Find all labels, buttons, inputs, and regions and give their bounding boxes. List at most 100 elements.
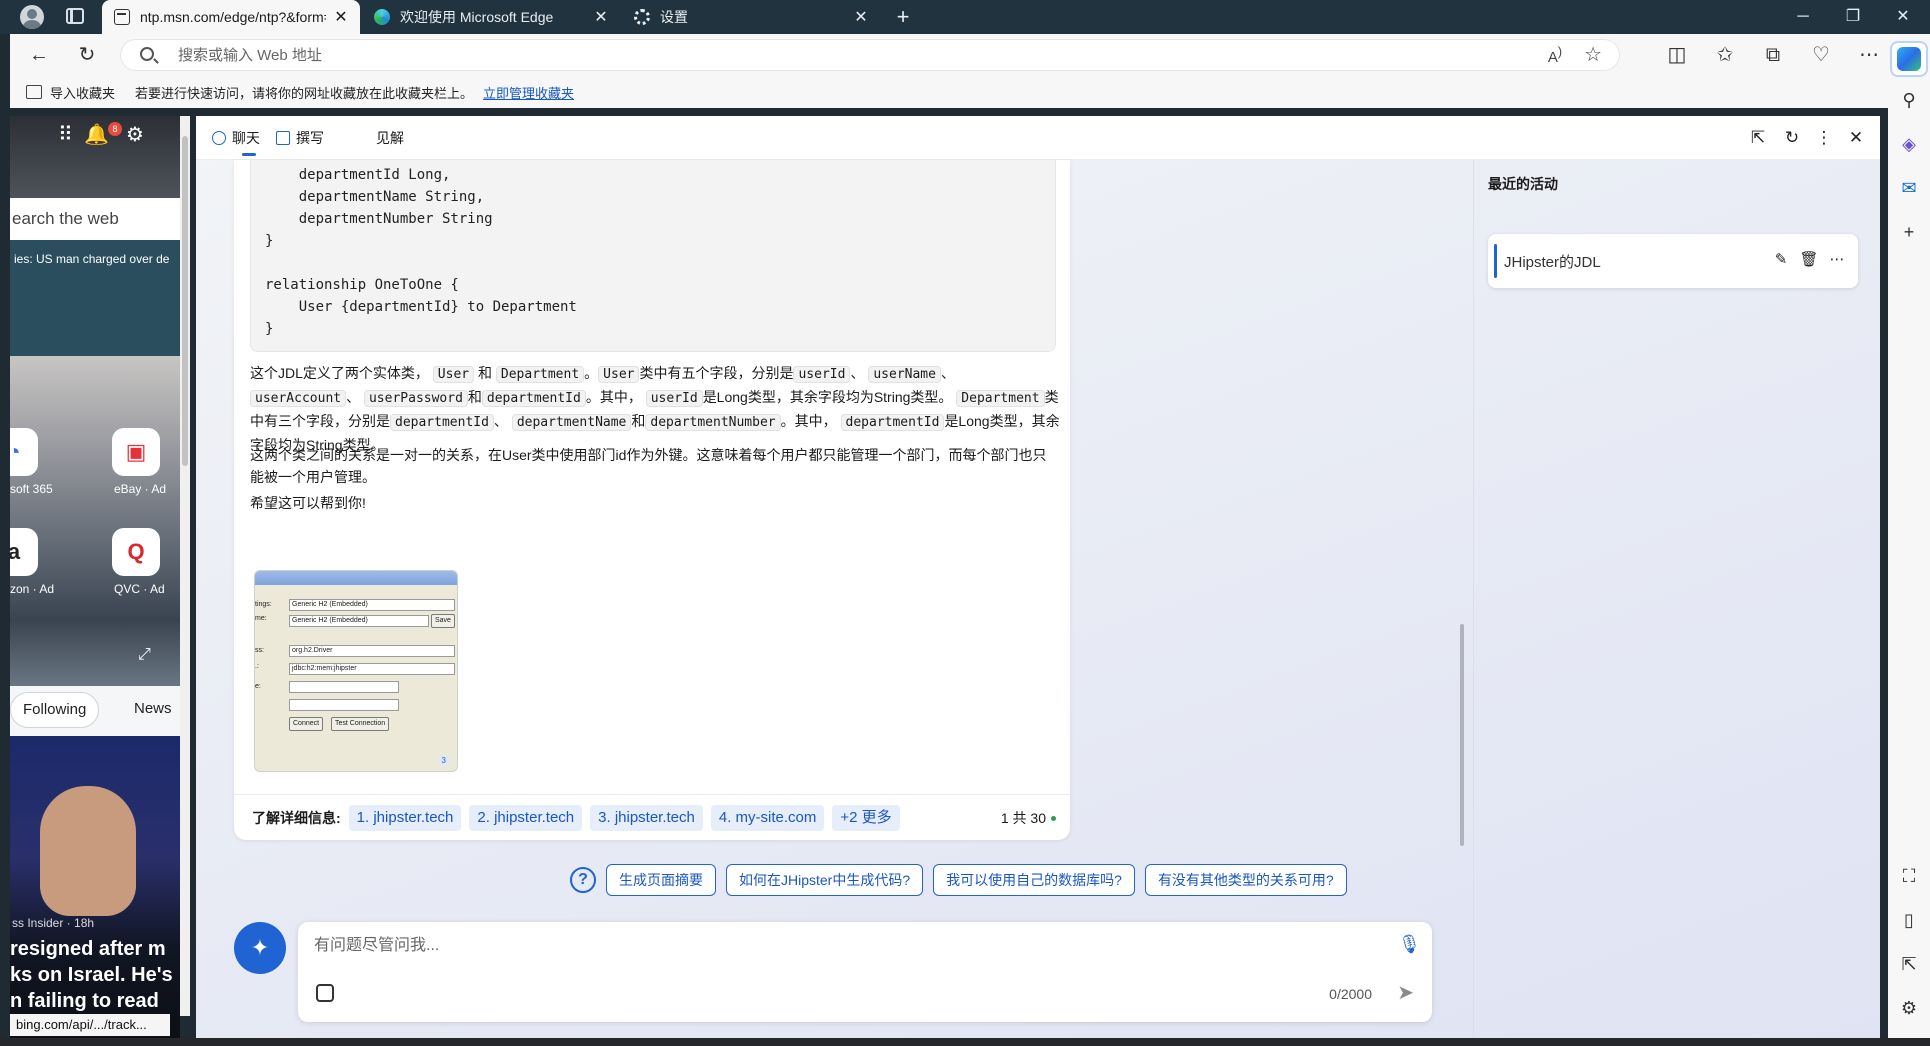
import-icon bbox=[26, 85, 42, 99]
tab-chat[interactable]: 聊天 bbox=[212, 126, 260, 156]
collections-icon[interactable]: ⧉ bbox=[1758, 41, 1788, 69]
image-input-icon[interactable] bbox=[316, 984, 334, 1002]
chat-composer: 🎙 0/2000 ➤ bbox=[298, 922, 1432, 1022]
favorites-icon[interactable]: ✩ bbox=[1710, 41, 1740, 69]
suggestion-chip[interactable]: 有没有其他类型的关系可用? bbox=[1144, 864, 1347, 896]
favorite-star-icon[interactable]: ☆ bbox=[1584, 42, 1602, 67]
copilot-header: 聊天 撰写 见解 ⇱ ↻ ⋮ ✕ bbox=[196, 116, 1880, 160]
citation-link[interactable]: 4. my-site.com bbox=[710, 804, 825, 831]
read-aloud-icon[interactable]: A) bbox=[1548, 45, 1562, 66]
more-options-icon[interactable]: ⋮ bbox=[1812, 126, 1836, 150]
chat-scrollbar-thumb[interactable] bbox=[1460, 624, 1464, 846]
window-titlebar bbox=[255, 571, 457, 585]
tab-chat-label: 聊天 bbox=[232, 130, 260, 146]
news-card[interactable]: ss Insider · 18h resigned after m ks on … bbox=[10, 736, 180, 1038]
import-label: 导入收藏夹 bbox=[50, 85, 116, 101]
tile-label: soft 365 bbox=[10, 482, 53, 496]
tile-label: QVC · Ad bbox=[114, 582, 165, 596]
response-image-thumbnail[interactable]: tings: Generic H2 (Embedded) me: Generic… bbox=[254, 570, 458, 772]
copilot-icon[interactable] bbox=[1897, 47, 1921, 71]
close-window-button[interactable]: ✕ bbox=[1880, 0, 1926, 34]
edit-icon[interactable]: ✎ bbox=[1770, 248, 1792, 272]
tile-label: zon · Ad bbox=[10, 582, 55, 596]
suggestion-chip[interactable]: 如何在JHipster中生成代码? bbox=[726, 864, 924, 896]
page-scrollbar[interactable] bbox=[180, 116, 190, 1016]
tab-insights[interactable]: 见解 bbox=[376, 126, 404, 150]
form-label: .: bbox=[255, 663, 259, 670]
more-menu-icon[interactable]: ⋯ bbox=[1854, 41, 1884, 69]
chat-input[interactable] bbox=[314, 934, 1354, 958]
chat-response-card: departmentId Long, departmentName String… bbox=[234, 160, 1070, 840]
browser-essentials-icon[interactable]: ♡ bbox=[1806, 41, 1836, 69]
tab-news[interactable]: News bbox=[122, 692, 180, 728]
search-icon[interactable]: ⚲ bbox=[1897, 88, 1921, 112]
suggestion-chip[interactable]: 我可以使用自己的数据库吗? bbox=[933, 864, 1135, 896]
close-tab-icon[interactable]: ✕ bbox=[334, 7, 348, 27]
news-headline[interactable]: resigned after m ks on Israel. He's n fa… bbox=[10, 936, 180, 1014]
more-icon[interactable]: ⋯ bbox=[1826, 248, 1848, 272]
office-icon[interactable]: ◈ bbox=[1897, 132, 1921, 156]
msn-search-box[interactable]: earch the web bbox=[10, 198, 180, 240]
tab-msn[interactable]: ntp.msn.com/edge/ntp?&form=I ✕ bbox=[102, 0, 360, 34]
restore-button[interactable]: ❐ bbox=[1830, 0, 1876, 34]
tab-following[interactable]: Following bbox=[10, 692, 100, 728]
new-topic-button[interactable]: ✦ bbox=[234, 922, 286, 974]
turn-counter: 1 共 30 bbox=[1001, 808, 1056, 828]
notifications-bell-icon[interactable]: 🔔 bbox=[84, 122, 109, 147]
microphone-icon[interactable]: 🎙 bbox=[1398, 934, 1421, 956]
refresh-button[interactable]: ↻ bbox=[72, 41, 102, 69]
expand-icon[interactable]: ⤢ bbox=[138, 646, 151, 664]
refresh-icon[interactable]: ↻ bbox=[1780, 126, 1804, 150]
outlook-icon[interactable]: ✉ bbox=[1897, 176, 1921, 200]
code-text: departmentId Long, departmentName String… bbox=[265, 167, 577, 337]
back-button[interactable]: ← bbox=[24, 41, 54, 69]
add-sidebar-app-icon[interactable]: + bbox=[1897, 220, 1921, 244]
screenshot-icon[interactable]: ⛶ bbox=[1897, 864, 1921, 888]
qvc-tile-icon[interactable]: Q bbox=[112, 528, 160, 576]
history-item[interactable]: JHipster的JDL ✎ 🗑 ⋯ bbox=[1488, 234, 1858, 288]
suggestion-chip[interactable]: 生成页面摘要 bbox=[606, 864, 716, 896]
sidebar-settings-icon[interactable]: ⚙ bbox=[1897, 996, 1921, 1020]
tab-edge-welcome[interactable]: 欢迎使用 Microsoft Edge ✕ bbox=[362, 0, 620, 34]
address-bar[interactable]: A) ☆ bbox=[120, 39, 1620, 71]
hide-sidebar-icon[interactable]: ▯ bbox=[1897, 908, 1921, 932]
tab-title: 欢迎使用 Microsoft Edge bbox=[400, 9, 554, 25]
close-pane-icon[interactable]: ✕ bbox=[1844, 126, 1868, 150]
form-field: Generic H2 (Embedded) bbox=[289, 599, 455, 611]
gear-icon[interactable]: ⚙ bbox=[126, 122, 144, 147]
tab-actions-icon[interactable] bbox=[66, 8, 84, 24]
split-screen-icon[interactable]: ◫ bbox=[1662, 41, 1692, 69]
minimize-button[interactable]: ─ bbox=[1780, 0, 1826, 34]
ebay-tile-icon[interactable]: ▣ bbox=[112, 428, 160, 476]
citation-link[interactable]: 3. jhipster.tech bbox=[590, 804, 703, 831]
tab-settings[interactable]: 设置 ✕ bbox=[622, 0, 880, 34]
scrollbar-thumb[interactable] bbox=[182, 136, 188, 466]
tab-insights-label: 见解 bbox=[376, 130, 404, 146]
delete-icon[interactable]: 🗑 bbox=[1798, 248, 1820, 272]
citation-link[interactable]: 1. jhipster.tech bbox=[348, 804, 462, 831]
open-external-icon[interactable]: ⇱ bbox=[1897, 952, 1921, 976]
microsoft-365-tile-icon[interactable]: ◔ bbox=[10, 428, 38, 476]
amazon-tile-icon[interactable]: a bbox=[10, 528, 38, 576]
form-field: org.h2.Driver bbox=[289, 645, 455, 657]
more-citations-link[interactable]: +2 更多 bbox=[832, 804, 900, 831]
help-question-icon[interactable]: ? bbox=[570, 867, 596, 893]
profile-avatar[interactable] bbox=[20, 5, 44, 29]
address-input[interactable] bbox=[178, 43, 1478, 67]
manage-favorites-link[interactable]: 立即管理收藏夹 bbox=[483, 83, 574, 102]
citation-link[interactable]: 2. jhipster.tech bbox=[469, 804, 583, 831]
close-tab-icon[interactable]: ✕ bbox=[854, 7, 868, 27]
news-ticker[interactable]: ies: US man charged over de bbox=[10, 252, 180, 276]
close-tab-icon[interactable]: ✕ bbox=[594, 7, 608, 27]
send-icon[interactable]: ➤ bbox=[1397, 980, 1414, 1005]
favorites-bar-message: 若要进行快速访问，请将你的网址收藏放在此收藏夹栏上。 bbox=[135, 85, 474, 101]
new-tab-button[interactable]: + bbox=[890, 3, 916, 31]
save-button: Save bbox=[431, 614, 455, 628]
connect-button: Connect bbox=[289, 717, 324, 731]
apps-grid-icon[interactable]: ⠿ bbox=[58, 122, 73, 147]
open-in-new-tab-icon[interactable]: ⇱ bbox=[1746, 126, 1770, 150]
form-label: e: bbox=[255, 683, 261, 690]
response-paragraph-1: 这个JDL定义了两个实体类， User 和 Department。 User 类中有… bbox=[250, 365, 1060, 453]
import-favorites-button[interactable]: 导入收藏夹 bbox=[26, 83, 115, 102]
tab-compose[interactable]: 撰写 bbox=[276, 126, 324, 150]
